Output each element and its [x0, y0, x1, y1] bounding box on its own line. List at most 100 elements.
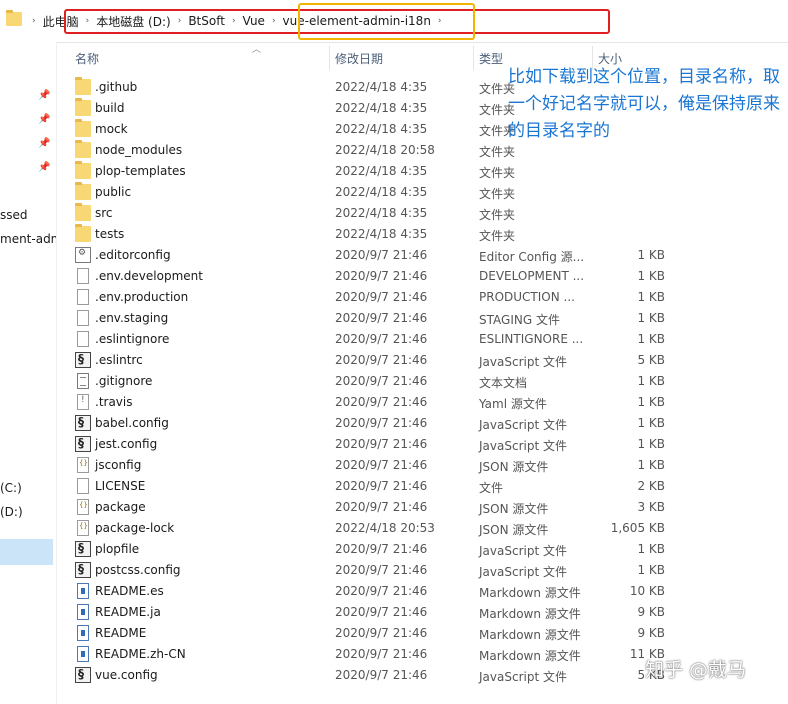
file-name: postcss.config	[95, 563, 181, 577]
file-name: public	[95, 185, 132, 199]
file-date: 2020/9/7 21:46	[335, 584, 428, 598]
file-date: 2022/4/18 4:35	[335, 185, 428, 199]
file-date: 2020/9/7 21:46	[335, 563, 428, 577]
file-size: 1 KB	[637, 437, 665, 451]
file-row[interactable]: README.ja 2020/9/7 21:46 Markdown 源文件 9 KB	[57, 602, 788, 623]
file-row[interactable]: public 2022/4/18 4:35 文件夹	[57, 182, 788, 203]
file-row[interactable]: .gitignore 2020/9/7 21:46 文本文档 1 KB	[57, 371, 788, 392]
nav-item-drive-c[interactable]: (C:)	[0, 481, 56, 495]
js-file-icon	[75, 352, 91, 368]
file-type: Markdown 源文件	[479, 649, 581, 663]
file-row[interactable]: tests 2022/4/18 4:35 文件夹	[57, 224, 788, 245]
navigation-pane: 📌 📌 📌 📌 ssed ment-adm (C:) (D:)	[0, 42, 57, 704]
file-type: Editor Config 源...	[479, 250, 585, 264]
file-row[interactable]: README.es 2020/9/7 21:46 Markdown 源文件 10 KB	[57, 581, 788, 602]
pin-icon[interactable]: 📌	[38, 114, 50, 126]
file-type: Yaml 源文件	[479, 397, 547, 411]
file-row[interactable]: package 2020/9/7 21:46 JSON 源文件 3 KB	[57, 497, 788, 518]
js-file-icon	[75, 667, 91, 683]
js-file-icon	[75, 562, 91, 578]
markdown-file-icon	[77, 604, 89, 620]
file-date: 2020/9/7 21:46	[335, 437, 428, 451]
file-size: 10 KB	[629, 584, 665, 598]
file-row[interactable]: plop-templates 2022/4/18 4:35 文件夹	[57, 161, 788, 182]
file-date: 2020/9/7 21:46	[335, 332, 428, 346]
file-size: 1 KB	[637, 290, 665, 304]
file-name: package-lock	[95, 521, 175, 535]
chevron-right-icon[interactable]: ›	[28, 16, 40, 26]
file-row[interactable]: postcss.config 2020/9/7 21:46 JavaScript 文…	[57, 560, 788, 581]
file-row[interactable]: src 2022/4/18 4:35 文件夹	[57, 203, 788, 224]
js-file-icon	[75, 436, 91, 452]
file-date: 2020/9/7 21:46	[335, 248, 428, 262]
file-name: node_modules	[95, 143, 183, 157]
file-size: 3 KB	[637, 500, 665, 514]
nav-item[interactable]: ment-adm	[0, 232, 56, 246]
file-row[interactable]: package-lock 2022/4/18 20:53 JSON 源文件 1,605…	[57, 518, 788, 539]
file-size: 1 KB	[637, 416, 665, 430]
file-type: 文本文档	[479, 376, 528, 390]
file-type: JSON 源文件	[479, 460, 549, 474]
file-row[interactable]: .eslintignore 2020/9/7 21:46 ESLINTIGNORE …	[57, 329, 788, 350]
file-date: 2020/9/7 21:46	[335, 269, 428, 283]
file-row[interactable]: jest.config 2020/9/7 21:46 JavaScript 文件 1 …	[57, 434, 788, 455]
file-row[interactable]: .travis 2020/9/7 21:46 Yaml 源文件 1 KB	[57, 392, 788, 413]
file-size: 9 KB	[637, 626, 665, 640]
js-file-icon	[75, 415, 91, 431]
file-date: 2020/9/7 21:46	[335, 500, 428, 514]
file-row[interactable]: jsconfig 2020/9/7 21:46 JSON 源文件 1 KB	[57, 455, 788, 476]
nav-item[interactable]: ssed	[0, 208, 56, 222]
file-size: 1 KB	[637, 563, 665, 577]
file-row[interactable]: README 2020/9/7 21:46 Markdown 源文件 9 KB	[57, 623, 788, 644]
file-date: 2022/4/18 4:35	[335, 80, 428, 94]
file-type: STAGING 文件	[479, 313, 560, 327]
file-name: .env.staging	[95, 311, 169, 325]
pin-icon[interactable]: 📌	[38, 162, 50, 174]
file-date: 2020/9/7 21:46	[335, 668, 428, 682]
file-size: 1 KB	[637, 542, 665, 556]
column-date[interactable]: 修改日期	[335, 50, 383, 67]
file-row[interactable]: plopfile 2020/9/7 21:46 JavaScript 文件 1 KB	[57, 539, 788, 560]
file-type: 文件夹	[479, 208, 516, 222]
file-date: 2022/4/18 20:53	[335, 521, 435, 535]
file-type: JavaScript 文件	[479, 670, 567, 684]
file-size: 1,605 KB	[610, 521, 665, 535]
file-row[interactable]: LICENSE 2020/9/7 21:46 文件 2 KB	[57, 476, 788, 497]
file-row[interactable]: .env.production 2020/9/7 21:46 PRODUCTION …	[57, 287, 788, 308]
yaml-file-icon	[77, 394, 89, 410]
file-row[interactable]: .env.staging 2020/9/7 21:46 STAGING 文件 1 KB	[57, 308, 788, 329]
file-name: package	[95, 500, 146, 514]
column-type[interactable]: 类型	[479, 50, 503, 67]
pin-icon[interactable]: 📌	[38, 90, 50, 102]
file-row[interactable]: .editorconfig 2020/9/7 21:46 Editor Config…	[57, 245, 788, 266]
file-row[interactable]: .env.development 2020/9/7 21:46 DEVELOPMEN…	[57, 266, 788, 287]
file-date: 2020/9/7 21:46	[335, 353, 428, 367]
file-row[interactable]: babel.config 2020/9/7 21:46 JavaScript 文件 1…	[57, 413, 788, 434]
file-date: 2020/9/7 21:46	[335, 416, 428, 430]
file-icon	[77, 268, 89, 284]
file-date: 2022/4/18 4:35	[335, 122, 428, 136]
folder-icon	[75, 98, 91, 116]
file-date: 2022/4/18 4:35	[335, 101, 428, 115]
file-type: JavaScript 文件	[479, 439, 567, 453]
folder-icon	[75, 77, 91, 95]
column-name[interactable]: 名称	[75, 50, 99, 67]
file-name: LICENSE	[95, 479, 146, 493]
file-icon	[77, 331, 89, 347]
file-size: 1 KB	[637, 248, 665, 262]
address-bar[interactable]: › 此电脑 › 本地磁盘 (D:) › BtSoft › Vue › vue-e…	[0, 0, 788, 43]
text-file-icon	[77, 373, 89, 389]
file-type: ESLINTIGNORE ...	[479, 332, 584, 346]
file-type: JavaScript 文件	[479, 355, 567, 369]
file-date: 2022/4/18 20:58	[335, 143, 435, 157]
column-divider[interactable]	[473, 46, 474, 70]
pin-icon[interactable]: 📌	[38, 138, 50, 150]
file-name: README.es	[95, 584, 164, 598]
folder-icon	[75, 161, 91, 179]
file-row[interactable]: .eslintrc 2020/9/7 21:46 JavaScript 文件 5 KB	[57, 350, 788, 371]
nav-item-drive-d[interactable]: (D:)	[0, 505, 56, 519]
file-type: 文件夹	[479, 229, 516, 243]
column-divider[interactable]	[329, 46, 330, 70]
file-date: 2020/9/7 21:46	[335, 290, 428, 304]
folder-icon	[75, 203, 91, 221]
